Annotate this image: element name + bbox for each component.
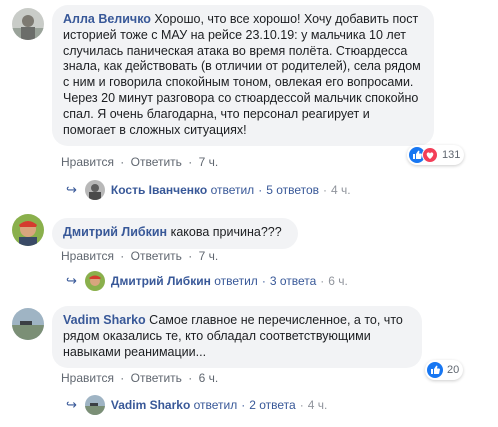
separator: · — [188, 371, 193, 385]
reply-arrow-icon: ↪ — [66, 182, 77, 197]
comment-bubble: Vadim Sharko Самое главное не перечислен… — [52, 306, 422, 369]
reply-arrow-icon: ↪ — [66, 273, 77, 288]
reactions-count: 20 — [447, 364, 460, 376]
reply-arrow-icon: ↪ — [66, 397, 77, 412]
comment-author[interactable]: Vadim Sharko — [63, 313, 146, 327]
separator: · — [299, 398, 304, 412]
reply-author[interactable]: Дмитрий Либкин — [111, 274, 211, 288]
separator: · — [261, 274, 266, 288]
like-link[interactable]: Нравится — [61, 155, 114, 169]
reply-avatar — [84, 271, 105, 291]
separator: · — [188, 249, 193, 263]
reply-time: 4 ч. — [331, 183, 351, 197]
like-link[interactable]: Нравится — [61, 249, 114, 263]
reply-count[interactable]: 3 ответа — [270, 274, 316, 288]
separator: · — [120, 155, 125, 169]
comment-time[interactable]: 6 ч. — [199, 371, 219, 385]
reply-avatar — [84, 395, 105, 415]
comment-bubble: Алла Величко Хорошо, что все хорошо! Хоч… — [52, 5, 434, 147]
reply-avatar — [84, 180, 105, 200]
comment-author[interactable]: Алла Величко — [63, 12, 151, 26]
comment-actions: Нравится · Ответить · 7 ч. — [61, 249, 218, 263]
comment-actions: Нравится · Ответить · 6 ч. — [61, 371, 218, 385]
comment-time[interactable]: 7 ч. — [199, 249, 219, 263]
reply-count[interactable]: 2 ответа — [249, 398, 295, 412]
reply-link[interactable]: Ответить — [131, 371, 182, 385]
avatar[interactable] — [12, 308, 44, 340]
separator: · — [323, 183, 328, 197]
separator: · — [241, 398, 246, 412]
avatar[interactable] — [12, 8, 44, 40]
reactions-count: 131 — [442, 149, 461, 161]
reply-time: 4 ч. — [307, 398, 328, 412]
reactions-badge[interactable]: 20 — [425, 360, 464, 380]
comment-text: какова причина??? — [170, 225, 282, 239]
love-reaction-icon — [422, 147, 438, 163]
reply-link[interactable]: Ответить — [131, 155, 182, 169]
replies-row[interactable]: ↪ Кость Іванченко ответил · 5 ответов · … — [66, 180, 351, 200]
comment-text: Хорошо, что все хорошо! Хочу добавить по… — [63, 12, 421, 137]
reply-action[interactable]: ответил — [214, 274, 258, 288]
replies-row[interactable]: ↪ Дмитрий Либкин ответил · 3 ответа · 6 … — [66, 271, 348, 291]
reply-link[interactable]: Ответить — [131, 249, 182, 263]
reply-action[interactable]: ответил — [194, 398, 238, 412]
replies-row[interactable]: ↪ Vadim Sharko ответил · 2 ответа · 4 ч. — [66, 395, 327, 415]
like-link[interactable]: Нравится — [61, 371, 114, 385]
comment-bubble: Дмитрий Либкин какова причина??? — [52, 218, 298, 249]
reply-action[interactable]: ответил — [211, 183, 255, 197]
comment-author[interactable]: Дмитрий Либкин — [63, 225, 167, 239]
comment-time[interactable]: 7 ч. — [199, 155, 219, 169]
reply-author[interactable]: Vadim Sharko — [111, 398, 190, 412]
separator: · — [258, 183, 263, 197]
reply-count[interactable]: 5 ответов — [266, 183, 319, 197]
separator: · — [120, 249, 125, 263]
reply-author[interactable]: Кость Іванченко — [111, 183, 207, 197]
avatar[interactable] — [12, 214, 44, 246]
like-reaction-icon — [427, 362, 443, 378]
separator: · — [188, 155, 193, 169]
separator: · — [320, 274, 325, 288]
separator: · — [120, 371, 125, 385]
reactions-badge[interactable]: 131 — [407, 145, 465, 165]
reply-time: 6 ч. — [328, 274, 348, 288]
comment-actions: Нравится · Ответить · 7 ч. — [61, 155, 218, 169]
